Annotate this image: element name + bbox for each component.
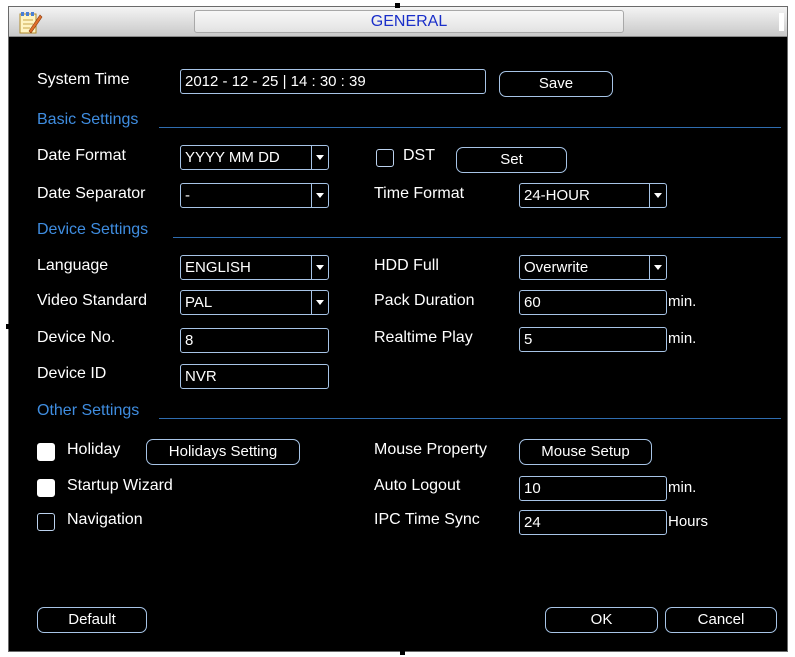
ipc-time-sync-input[interactable]: 24	[519, 510, 667, 535]
time-format-value: 24-HOUR	[524, 187, 590, 204]
realtime-play-label: Realtime Play	[374, 329, 473, 346]
default-button[interactable]: Default	[37, 607, 147, 633]
ok-button[interactable]: OK	[545, 607, 658, 633]
chevron-down-icon[interactable]	[649, 184, 666, 207]
section-divider	[159, 418, 781, 419]
holiday-checkbox[interactable]	[37, 443, 55, 461]
date-format-select[interactable]: YYYY MM DD	[180, 145, 329, 170]
resize-handle-top[interactable]	[395, 3, 400, 8]
device-no-input[interactable]: 8	[180, 328, 329, 353]
auto-logout-unit: min.	[668, 479, 697, 496]
mouse-setup-button[interactable]: Mouse Setup	[519, 439, 652, 465]
time-format-label: Time Format	[374, 185, 465, 202]
other-settings-heading: Other Settings	[37, 402, 140, 419]
dst-set-button[interactable]: Set	[456, 147, 567, 173]
pack-duration-input[interactable]: 60	[519, 290, 667, 315]
realtime-play-unit: min.	[668, 330, 697, 347]
video-standard-value: PAL	[185, 294, 213, 311]
date-separator-label: Date Separator	[37, 185, 146, 202]
navigation-label: Navigation	[67, 511, 143, 528]
date-format-label: Date Format	[37, 147, 126, 164]
resize-handle-left[interactable]	[6, 324, 11, 329]
dst-checkbox[interactable]	[376, 149, 394, 167]
general-settings-window: GENERAL System Time 2012 - 12 - 25 | 14 …	[8, 6, 788, 652]
section-divider	[173, 237, 781, 238]
resize-handle-bottom[interactable]	[400, 650, 405, 655]
language-label: Language	[37, 257, 109, 274]
window-title: GENERAL	[194, 10, 624, 33]
chevron-down-icon[interactable]	[311, 291, 328, 314]
date-separator-value: -	[185, 187, 190, 204]
hdd-full-label: HDD Full	[374, 257, 439, 274]
navigation-checkbox[interactable]	[37, 513, 55, 531]
chevron-down-icon[interactable]	[311, 146, 328, 169]
holidays-setting-button[interactable]: Holidays Setting	[146, 439, 300, 465]
time-format-select[interactable]: 24-HOUR	[519, 183, 667, 208]
ipc-time-sync-unit: Hours	[668, 513, 709, 530]
language-select[interactable]: ENGLISH	[180, 255, 329, 280]
mouse-property-label: Mouse Property	[374, 441, 487, 458]
realtime-play-input[interactable]: 5	[519, 327, 667, 352]
hdd-full-select[interactable]: Overwrite	[519, 255, 667, 280]
device-no-label: Device No.	[37, 329, 116, 346]
settings-notepad-icon	[19, 12, 43, 34]
title-bar-edge	[779, 13, 784, 31]
pack-duration-unit: min.	[668, 293, 697, 310]
holiday-label: Holiday	[67, 441, 121, 458]
chevron-down-icon[interactable]	[311, 256, 328, 279]
video-standard-select[interactable]: PAL	[180, 290, 329, 315]
auto-logout-input[interactable]: 10	[519, 476, 667, 501]
startup-wizard-label: Startup Wizard	[67, 477, 173, 494]
date-separator-select[interactable]: -	[180, 183, 329, 208]
chevron-down-icon[interactable]	[649, 256, 666, 279]
save-button[interactable]: Save	[499, 71, 613, 97]
device-id-label: Device ID	[37, 365, 107, 382]
dst-label: DST	[403, 147, 435, 164]
date-format-value: YYYY MM DD	[185, 149, 280, 166]
pack-duration-label: Pack Duration	[374, 292, 475, 309]
basic-settings-heading: Basic Settings	[37, 111, 139, 128]
device-id-input[interactable]: NVR	[180, 364, 329, 389]
auto-logout-label: Auto Logout	[374, 477, 461, 494]
section-divider	[159, 127, 781, 128]
cancel-button[interactable]: Cancel	[665, 607, 777, 633]
startup-wizard-checkbox[interactable]	[37, 479, 55, 497]
ipc-time-sync-label: IPC Time Sync	[374, 511, 480, 528]
title-bar: GENERAL	[9, 7, 787, 37]
system-time-field[interactable]: 2012 - 12 - 25 | 14 : 30 : 39	[180, 69, 486, 94]
system-time-label: System Time	[37, 71, 130, 88]
hdd-full-value: Overwrite	[524, 259, 589, 276]
language-value: ENGLISH	[185, 259, 251, 276]
video-standard-label: Video Standard	[37, 292, 148, 309]
device-settings-heading: Device Settings	[37, 221, 149, 238]
chevron-down-icon[interactable]	[311, 184, 328, 207]
